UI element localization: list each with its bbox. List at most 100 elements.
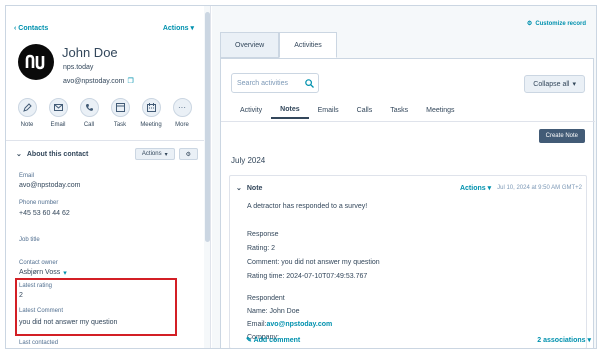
call-action-label: Call <box>83 122 95 128</box>
note-action-label: Note <box>20 122 34 128</box>
associations-dropdown[interactable]: 2 associations ▾ <box>537 336 591 344</box>
month-heading: July 2024 <box>231 156 266 165</box>
sidebar-topbar: ‹ Contacts Actions ▾ <box>14 22 194 34</box>
contact-name: John Doe <box>62 45 118 60</box>
note-line-email: Email: avo@npstoday.com <box>247 321 332 328</box>
scrollbar-thumb[interactable] <box>205 12 210 242</box>
tab-overview[interactable]: Overview <box>220 32 280 58</box>
divider <box>6 140 204 141</box>
note-toggle[interactable]: ⌄ Note <box>236 184 263 193</box>
about-buttons: Actions ▾ ⚙ <box>134 148 198 160</box>
add-comment-link[interactable]: ✎ Add comment <box>246 336 300 344</box>
note-icon <box>17 98 37 117</box>
note-card: ⌄ Note Actions ▾ Jul 10, 2024 at 9:50 AM… <box>229 175 587 348</box>
meeting-icon <box>141 98 161 117</box>
chevron-down-icon: ⌄ <box>16 151 22 158</box>
highlight-box <box>15 278 177 336</box>
property-value-contact-owner[interactable]: Asbjørn Voss ▾ <box>19 269 67 277</box>
back-label: Contacts <box>18 24 49 32</box>
back-to-contacts-link[interactable]: ‹ Contacts <box>14 25 48 32</box>
call-icon <box>79 98 99 117</box>
about-settings-button[interactable]: ⚙ <box>178 148 198 160</box>
subtab-notes[interactable]: Notes <box>271 101 309 119</box>
search-placeholder: Search activities <box>237 79 288 87</box>
note-timestamp: Jul 10, 2024 at 9:50 AM GMT+2 <box>497 185 582 191</box>
quick-actions: Note Email Call Task Meeting ··· More <box>16 98 193 128</box>
more-action-button[interactable]: ··· More <box>171 98 193 128</box>
more-action-label: More <box>175 122 189 128</box>
task-icon <box>110 98 130 117</box>
about-actions-button[interactable]: Actions ▾ <box>134 148 175 160</box>
contact-company: nps.today <box>63 64 94 71</box>
property-value-job-title[interactable] <box>19 246 189 254</box>
task-action-button[interactable]: Task <box>109 98 131 128</box>
note-card-header: ⌄ Note Actions ▾ Jul 10, 2024 at 9:50 AM… <box>236 184 582 193</box>
about-actions-label: Actions <box>141 151 162 157</box>
note-line-name: Name: John Doe <box>247 308 300 315</box>
add-comment-label: Add comment <box>253 337 301 344</box>
note-type-label: Note <box>246 184 263 192</box>
property-label-last-contacted: Last contacted <box>19 340 59 346</box>
activities-panel: Search activities Collapse all ▾ Activit… <box>220 58 595 348</box>
email-icon <box>48 98 68 117</box>
customize-record-link[interactable]: ⚙ Customize record <box>526 20 586 28</box>
actions-label: Actions <box>162 25 189 32</box>
email-action-button[interactable]: Email <box>47 98 69 128</box>
note-actions-dropdown[interactable]: Actions ▾ <box>460 184 491 192</box>
customize-label: Customize record <box>535 20 586 27</box>
note-footer: ✎ Add comment 2 associations ▾ <box>246 336 591 344</box>
chevron-down-icon: ▾ <box>572 81 576 88</box>
note-email-link[interactable]: avo@npstoday.com <box>266 321 332 328</box>
gear-icon: ⚙ <box>526 21 533 27</box>
copy-icon[interactable]: ❐ <box>127 77 133 85</box>
record-tabs: Overview Activities <box>220 32 337 58</box>
dropdown-caret-icon: ▾ <box>63 270 67 277</box>
subtab-activity[interactable]: Activity <box>231 101 271 119</box>
property-value-phone[interactable]: +45 53 60 44 62 <box>19 210 70 217</box>
property-label-job-title: Job title <box>19 237 40 243</box>
search-icon <box>305 78 314 88</box>
note-line-rating-time: Rating time: 2024-07-10T07:49:53.767 <box>247 273 368 280</box>
property-label-phone: Phone number <box>19 200 59 206</box>
nps-logo-icon <box>25 54 45 70</box>
property-value-email[interactable]: avo@npstoday.com <box>19 182 80 189</box>
property-label-email: Email <box>19 173 35 179</box>
about-title-row: ⌄ About this contact <box>16 150 88 159</box>
subtab-calls[interactable]: Calls <box>348 101 382 119</box>
more-icon: ··· <box>172 98 192 117</box>
property-label-contact-owner: Contact owner <box>19 260 58 266</box>
contact-email: avo@npstoday.com <box>63 77 125 85</box>
about-section-header[interactable]: ⌄ About this contact Actions ▾ ⚙ <box>16 148 198 160</box>
task-action-label: Task <box>113 122 127 128</box>
subtabs-divider <box>221 121 595 122</box>
call-action-button[interactable]: Call <box>78 98 100 128</box>
note-line-comment: Comment: you did not answer my question <box>247 259 380 266</box>
collapse-all-button[interactable]: Collapse all ▾ <box>524 75 585 93</box>
meeting-action-label: Meeting <box>140 122 162 128</box>
contact-email-row: avo@npstoday.com ❐ <box>63 77 134 86</box>
activity-subtabs: Activity Notes Emails Calls Tasks Meetin… <box>231 101 464 119</box>
email-action-label: Email <box>50 122 66 128</box>
meeting-action-button[interactable]: Meeting <box>140 98 162 128</box>
comment-icon: ✎ <box>246 337 252 344</box>
contact-owner-name: Asbjørn Voss <box>19 269 61 276</box>
app-window: ‹ Contacts Actions ▾ John Doe nps.today … <box>5 5 597 349</box>
sidebar-scrollbar[interactable] <box>204 6 210 348</box>
note-actions-label: Actions <box>459 185 486 192</box>
tab-activities[interactable]: Activities <box>279 32 337 58</box>
create-note-button[interactable]: Create Note <box>538 129 585 143</box>
subtab-emails[interactable]: Emails <box>309 101 348 119</box>
collapse-all-label: Collapse all <box>533 80 570 88</box>
note-line-1: A detractor has responded to a survey! <box>247 203 368 210</box>
contact-actions-dropdown[interactable]: Actions ▾ <box>163 24 194 32</box>
subtab-tasks[interactable]: Tasks <box>381 101 417 119</box>
subtab-meetings[interactable]: Meetings <box>417 101 463 119</box>
note-line-respondent: Respondent <box>247 295 285 302</box>
associations-label: 2 associations <box>537 337 586 344</box>
contact-sidebar: ‹ Contacts Actions ▾ John Doe nps.today … <box>6 6 211 348</box>
note-line-rating: Rating: 2 <box>247 245 276 252</box>
note-action-button[interactable]: Note <box>16 98 38 128</box>
note-line-response: Response <box>247 231 279 238</box>
search-activities-input[interactable]: Search activities <box>231 73 319 93</box>
main-content: ⚙ Customize record Overview Activities S… <box>212 6 596 348</box>
